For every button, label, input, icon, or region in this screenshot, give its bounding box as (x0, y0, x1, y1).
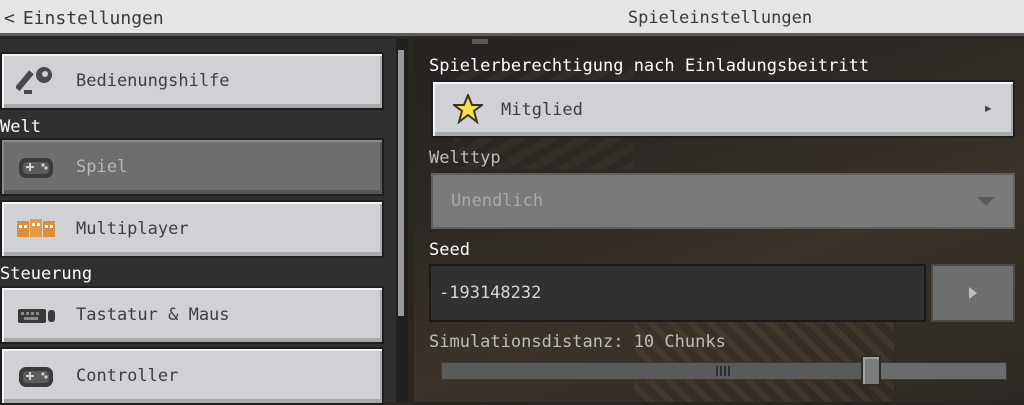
top-bar: < Einstellungen Spieleinstellungen (0, 0, 1024, 36)
sidebar-item-tastatur-maus[interactable]: Tastatur & Maus (0, 286, 384, 344)
back-button-label: Einstellungen (22, 7, 164, 29)
permission-value: Mitglied (501, 100, 583, 120)
sidebar-item-controller[interactable]: Controller (0, 347, 384, 405)
world-type-dropdown[interactable]: Unendlich (431, 173, 1015, 229)
sidebar-item-label: Bedienungshilfe (76, 71, 230, 91)
slider-fill (442, 363, 862, 379)
panel-scroll-indicator (472, 39, 488, 44)
seed-label: Seed (429, 240, 470, 260)
slider-handle[interactable] (861, 355, 881, 386)
sidebar-item-multiplayer[interactable]: Multiplayer (0, 200, 384, 258)
chevron-right-icon: ▸ (983, 98, 993, 117)
keyboard-icon (18, 309, 55, 323)
chevron-left-icon: < (4, 7, 15, 29)
star-icon (453, 94, 483, 124)
back-button[interactable]: < Einstellungen (4, 0, 164, 36)
world-type-value: Unendlich (451, 191, 544, 211)
sidebar-item-label: Multiplayer (76, 219, 189, 239)
sidebar-item-label: Tastatur & Maus (76, 305, 230, 325)
multiplayer-icon (17, 219, 55, 237)
arrow-right-icon (969, 287, 977, 299)
world-type-label: Welttyp (429, 148, 501, 168)
seed-submit-button[interactable] (931, 264, 1015, 322)
sidebar-item-label: Spiel (76, 157, 128, 177)
caret-down-icon (977, 197, 995, 206)
seed-input[interactable]: -193148232 (429, 264, 926, 322)
permission-label: Spielerberechtigung nach Einladungsbeitr… (429, 56, 870, 76)
slider-center-marker (716, 366, 730, 376)
sidebar-scrollbar-thumb[interactable] (398, 50, 404, 316)
sidebar-item-bedienungshilfe[interactable]: Bedienungshilfe (0, 52, 384, 110)
section-heading-welt: Welt (0, 117, 41, 137)
page-title: Spieleinstellungen (627, 8, 813, 28)
sidebar-item-spiel[interactable]: Spiel (0, 138, 384, 196)
gamepad-icon (19, 158, 53, 178)
section-heading-steuerung: Steuerung (0, 264, 93, 284)
simulation-distance-label: Simulationsdistanz: 10 Chunks (429, 332, 726, 352)
controller-icon (19, 367, 53, 387)
key-icon (16, 67, 52, 94)
sidebar-item-label: Controller (76, 366, 179, 386)
permission-dropdown[interactable]: Mitglied ▸ (431, 80, 1015, 138)
